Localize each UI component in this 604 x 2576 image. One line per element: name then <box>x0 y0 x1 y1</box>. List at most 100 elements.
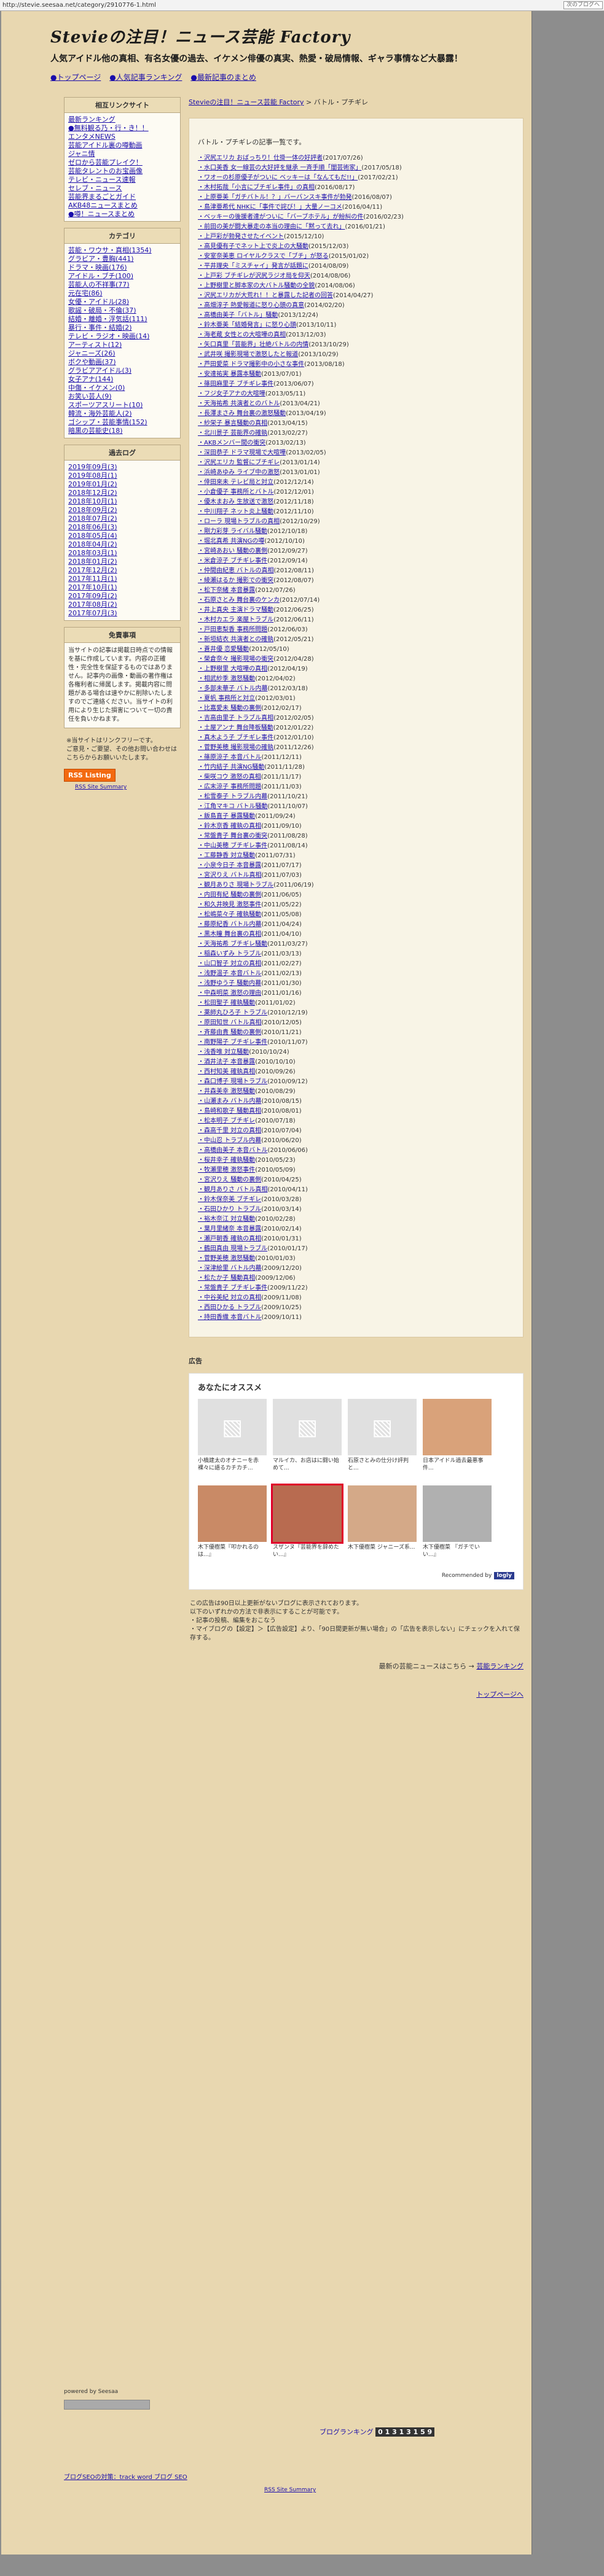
entry-link[interactable]: ・木村カエラ 楽屋トラブル <box>198 617 273 623</box>
entry-link[interactable]: ・南野陽子 ブチギレ事件 <box>198 1039 267 1046</box>
entry-link[interactable]: ・夏帆 事務所と対立 <box>198 695 255 702</box>
entry-link[interactable]: ・倖田來未 テレビ局と対立 <box>198 479 273 486</box>
entry-link[interactable]: ・浅野ゆう子 騒動内幕 <box>198 980 261 987</box>
entry-link[interactable]: ・土屋アンナ 舞台降板騒動 <box>198 725 273 731</box>
entry-link[interactable]: ・原田知世 バトル真相 <box>198 1019 261 1026</box>
entry-link[interactable]: ・榮倉奈々 撮影現場の衝突 <box>198 656 273 663</box>
entry-link[interactable]: ・松田聖子 確執騒動 <box>198 1000 255 1006</box>
entry-link[interactable]: ・中山忍 トラブル内幕 <box>198 1137 261 1144</box>
next-blog-button[interactable]: 次のブログへ <box>563 1 603 9</box>
entry-link[interactable]: ・海老蔵 女性との大喧嘩の真相 <box>198 332 286 338</box>
recommend-card[interactable]: ▧ 小橋建太のオナニーを赤裸々に語るカチカチ... <box>198 1399 267 1479</box>
entry-link[interactable]: ・比嘉愛未 騒動の裏側 <box>198 705 261 712</box>
entry-link[interactable]: ・石原さとみ 舞台裏のケンカ <box>198 597 280 604</box>
entry-link[interactable]: ・森高千里 対立の真相 <box>198 1127 261 1134</box>
recommend-card[interactable]: ▧ マルイカ、お店はに闘い始めて... <box>273 1399 342 1479</box>
entry-link[interactable]: ・浜崎あゆみ ライブ中の激怒 <box>198 469 280 476</box>
seesaa-banner[interactable] <box>64 2400 150 2410</box>
recommend-card[interactable]: 日本アイドル過去最悪事件... <box>423 1399 492 1479</box>
entry-link[interactable]: ・安達祐実 暴露本騒動 <box>198 371 261 378</box>
entry-link[interactable]: ・戸田恵梨香 事務所問題 <box>198 626 267 633</box>
archive-link[interactable]: 2017年09月(2) <box>68 592 176 601</box>
entry-link[interactable]: ・瀬戸朝香 確執の真相 <box>198 1235 261 1242</box>
logly-logo[interactable]: logly <box>494 1572 514 1579</box>
category-link[interactable]: 結婚・離婚・浮気話(111) <box>68 315 176 324</box>
entry-link[interactable]: ・黒木瞳 舞台裏の真相 <box>198 931 261 938</box>
category-link[interactable]: スポーツアスリート(10) <box>68 401 176 410</box>
entry-link[interactable]: ・鈴木亜美「結婚発言」に怒り心頭 <box>198 322 296 329</box>
entry-link[interactable]: ・フジ女子アナの大喧嘩 <box>198 391 265 397</box>
entry-link[interactable]: ・仲間由紀恵 バトルの真相 <box>198 567 273 574</box>
entry-link[interactable]: ・篠田麻里子 ブチギレ事件 <box>198 381 273 387</box>
category-link[interactable]: ゴシップ・芸能事情(152) <box>68 418 176 427</box>
entry-link[interactable]: ・優木まおみ 生放送で激怒 <box>198 499 273 505</box>
card-thumbnail[interactable] <box>348 1485 417 1542</box>
entry-link[interactable]: ・天海祐希 共演者とのバトル <box>198 400 280 407</box>
entry-link[interactable]: ・内田有紀 騒動の裏側 <box>198 892 261 898</box>
sidebar-link[interactable]: 最新ランキング <box>68 115 176 124</box>
entry-link[interactable]: ・藤原紀香 バトル内幕 <box>198 921 261 928</box>
category-link[interactable]: アイドル・ブチ(100) <box>68 272 176 281</box>
card-thumbnail[interactable] <box>198 1485 267 1542</box>
entry-link[interactable]: ・西田ひかる トラブル <box>198 1304 261 1311</box>
archive-link[interactable]: 2017年10月(1) <box>68 583 176 592</box>
sidebar-link[interactable]: ゼロから芸能プレイク！ <box>68 158 176 167</box>
entry-link[interactable]: ・森口博子 現場トラブル <box>198 1078 267 1085</box>
category-link[interactable]: アーティスト(12) <box>68 341 176 349</box>
entry-link[interactable]: ・AKBメンバー間の衝突 <box>198 440 265 446</box>
archive-link[interactable]: 2017年12月(2) <box>68 566 176 575</box>
entry-link[interactable]: ・吉高由里子 トラブル真相 <box>198 715 273 722</box>
category-link[interactable]: グラビアアイドル(3) <box>68 367 176 375</box>
header-nav-link[interactable]: ●人気記事ランキング <box>109 73 182 82</box>
entry-link[interactable]: ・芦田愛菜 ドラマ撮影中の小さな事件 <box>198 361 304 368</box>
entry-link[interactable]: ・持田香織 本音バトル <box>198 1314 261 1321</box>
category-link[interactable]: 元在宅(86) <box>68 289 176 298</box>
entry-link[interactable]: ・小倉優子 事務所とバトル <box>198 489 273 496</box>
entry-link[interactable]: ・飯島直子 暴露騒動 <box>198 813 255 820</box>
entry-link[interactable]: ・島崎和歌子 騒動真相 <box>198 1108 261 1115</box>
breadcrumb-home[interactable]: Stevieの注目！ニュース芸能 Factory <box>189 98 304 106</box>
archive-link[interactable]: 2019年08月(1) <box>68 472 176 480</box>
entry-link[interactable]: ・島津亜希代 NHKに「事件で詫び！」大量ノーコメ <box>198 204 342 211</box>
entry-link[interactable]: ・竹内結子 共演NG騒動 <box>198 764 264 771</box>
entry-link[interactable]: ・矢口真里「芸能界」壮絶バトルの内情 <box>198 341 308 348</box>
entry-link[interactable]: ・平井理央「ミスチャイ」発言が話題に <box>198 263 308 270</box>
entry-link[interactable]: ・木村拓哉「小言にブチギレ事件」の真相 <box>198 184 315 191</box>
entry-link[interactable]: ・天海祐希 ブチギレ騒動 <box>198 941 267 948</box>
archive-link[interactable]: 2017年11月(1) <box>68 575 176 583</box>
entry-link[interactable]: ・高橋由美子 本音バトル <box>198 1147 267 1154</box>
entry-link[interactable]: ・酒井法子 本音暴露 <box>198 1059 255 1065</box>
entry-link[interactable]: ・堀北真希 共演NGの噂 <box>198 538 264 545</box>
entry-link[interactable]: ・前田の美が闘大暴走の本当の理由に「黙って去れ」 <box>198 224 345 230</box>
entry-link[interactable]: ・柴咲コウ 激怒の真相 <box>198 774 261 780</box>
entry-link[interactable]: ・井森美幸 激怒騒動 <box>198 1088 255 1095</box>
entry-link[interactable]: ・斉藤由貴 騒動の裏側 <box>198 1029 261 1036</box>
archive-link[interactable]: 2018年07月(2) <box>68 515 176 523</box>
sidebar-link[interactable]: セレブ・ニュース <box>68 184 176 193</box>
sidebar-link[interactable]: 芸能アイドル裏の噂動画 <box>68 141 176 150</box>
archive-link[interactable]: 2018年05月(4) <box>68 532 176 540</box>
entry-link[interactable]: ・深津絵里 バトル内幕 <box>198 1265 261 1272</box>
entry-link[interactable]: ・新垣結衣 共演者との確執 <box>198 636 273 643</box>
entry-link[interactable]: ・松下奈緒 本音暴露 <box>198 587 255 594</box>
category-link[interactable]: ボクや動画(37) <box>68 358 176 367</box>
category-link[interactable]: 暗黒の芸能史(18) <box>68 427 176 435</box>
entry-link[interactable]: ・米倉涼子 ブチギレ事件 <box>198 558 267 564</box>
recommend-card[interactable]: 木下優樹菜 ジャニーズ系... <box>348 1485 417 1566</box>
entry-link[interactable]: ・武井咲 撮影現場で激怒したと報道 <box>198 351 298 358</box>
entry-link[interactable]: ・上戸彩 ブチギレが沢尻ラジオ局を仰天 <box>198 273 310 279</box>
entry-link[interactable]: ・鈴木京香 確執の真相 <box>198 823 261 830</box>
entry-link[interactable]: ・深田恭子 ドラマ現場で大喧嘩 <box>198 449 286 456</box>
entry-link[interactable]: ・ベッキーの後援者達がついに「バーブホテル」が紛糾の件 <box>198 214 363 220</box>
category-link[interactable]: 歌謡・破局・不倫(37) <box>68 306 176 315</box>
entry-link[interactable]: ・観月ありさ バトル真相 <box>198 1186 267 1193</box>
entry-link[interactable]: ・菅野美穂 撮影現場の確執 <box>198 744 273 751</box>
back-to-top-link[interactable]: トップページへ <box>476 1691 524 1699</box>
entry-link[interactable]: ・相武紗季 激怒騒動 <box>198 675 255 682</box>
entry-link[interactable]: ・山瀬まみ バトル内幕 <box>198 1098 261 1105</box>
entry-link[interactable]: ・紗栄子 暴言騒動の真相 <box>198 420 267 427</box>
rss-summary-link[interactable]: RSS Site Summary <box>64 784 181 790</box>
entry-link[interactable]: ・長澤まさみ 舞台裏の激怒騒動 <box>198 410 286 417</box>
category-link[interactable]: 女子アナ(144) <box>68 375 176 384</box>
archive-link[interactable]: 2018年03月(1) <box>68 549 176 558</box>
